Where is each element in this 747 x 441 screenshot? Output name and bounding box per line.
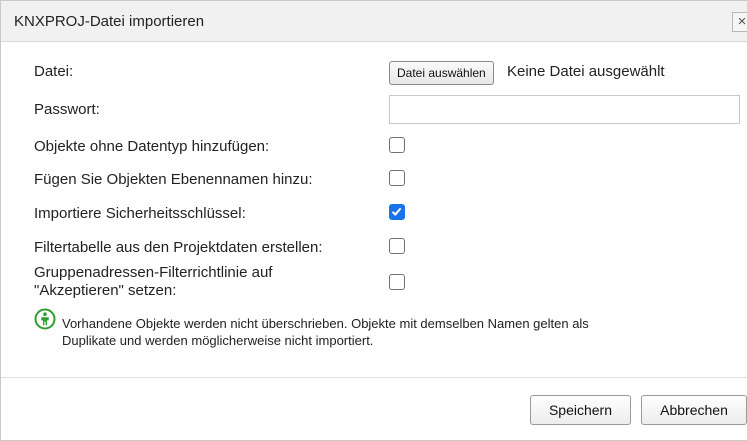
checkbox-no-datatype[interactable] [389,137,405,153]
close-icon[interactable]: × [732,12,747,32]
dialog-titlebar: KNXPROJ-Datei importieren × [1,1,747,42]
checkbox-level-names[interactable] [389,170,405,186]
checkbox-filter-policy[interactable] [389,274,405,290]
choose-file-button[interactable]: Datei auswählen [389,61,494,85]
checkmark-icon [391,207,402,216]
checkbox-security-keys[interactable] [389,204,405,220]
info-message-line2: Duplikate und werden möglicherweise nich… [62,333,374,348]
password-input[interactable] [389,95,740,124]
checkbox-filter-table[interactable] [389,238,405,254]
option-label-level-names: Fügen Sie Objekten Ebenennamen hinzu: [34,171,313,188]
info-person-icon [34,308,56,330]
option-label-filter-table: Filtertabelle aus den Projektdaten erste… [34,239,323,256]
option-label-security-keys: Importiere Sicherheitsschlüssel: [34,205,246,222]
cancel-button[interactable]: Abbrechen [641,395,747,425]
info-message-line1: Vorhandene Objekte werden nicht überschr… [62,316,589,331]
option-label-filter-policy: Gruppenadressen-Filterrichtlinie auf "Ak… [34,264,272,300]
import-dialog: KNXPROJ-Datei importieren × Datei: Datei… [0,0,747,441]
password-label: Passwort: [34,101,100,118]
file-label: Datei: [34,63,74,80]
option-label-filter-policy-line1: Gruppenadressen-Filterrichtlinie auf [34,264,273,281]
file-status: Keine Datei ausgewählt [507,63,665,80]
option-label-no-datatype: Objekte ohne Datentyp hinzufügen: [34,138,270,155]
save-button[interactable]: Speichern [530,395,631,425]
dialog-title: KNXPROJ-Datei importieren [14,13,205,30]
option-label-filter-policy-line2: "Akzeptieren" setzen: [34,282,177,299]
footer-divider [1,377,747,378]
info-message: Vorhandene Objekte werden nicht überschr… [62,315,702,349]
